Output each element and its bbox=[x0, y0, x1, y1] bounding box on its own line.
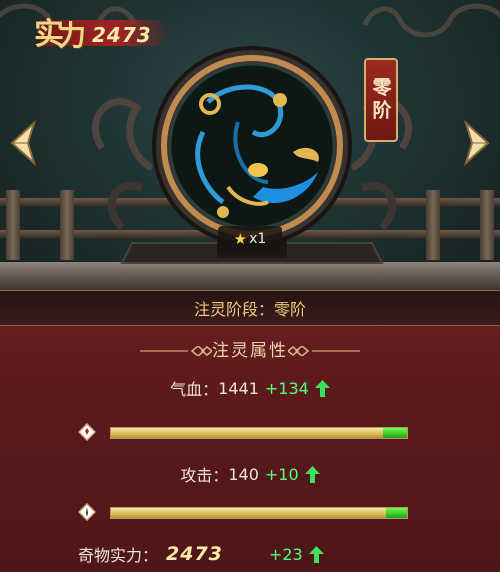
hp-bar-fill bbox=[111, 428, 384, 438]
arrow-left-icon[interactable] bbox=[4, 118, 44, 168]
hp-label: 气血： bbox=[170, 380, 219, 399]
attack-label: 攻击： bbox=[180, 466, 229, 485]
attack-bar-row bbox=[78, 502, 410, 522]
arrow-right-icon[interactable] bbox=[456, 118, 496, 168]
hp-value: 1441 bbox=[218, 378, 259, 398]
stage-bar: 注灵阶段：零阶 bbox=[0, 290, 500, 326]
up-arrow-icon bbox=[304, 465, 320, 483]
hp-stat: 气血： 1441 +134 bbox=[0, 376, 500, 400]
stage-tag: 零阶 bbox=[364, 58, 398, 142]
up-arrow-icon bbox=[308, 545, 324, 563]
star-count-value: x1 bbox=[249, 231, 267, 247]
power-label-sub: 力 bbox=[58, 19, 87, 52]
attack-bar-fill bbox=[111, 508, 387, 518]
hp-bar-bonus bbox=[383, 428, 407, 438]
section-title: 注灵属性 bbox=[212, 340, 288, 361]
attack-diamond-icon bbox=[78, 503, 96, 521]
stage-label: 注灵阶段：零阶 bbox=[193, 300, 306, 319]
artifact-power-label: 奇物实力： bbox=[78, 546, 159, 565]
hp-plus: +134 bbox=[264, 378, 309, 398]
attribute-panel: 注灵阶段：零阶 注灵属性 气血： 1441 +134 攻击： 140 +10 奇… bbox=[0, 290, 500, 572]
jade-pendant-artifact bbox=[195, 84, 319, 218]
ornament-icon bbox=[288, 346, 360, 356]
star-count: ★ x1 bbox=[218, 226, 282, 252]
hp-diamond-icon bbox=[78, 423, 96, 441]
attack-stat: 攻击： 140 +10 bbox=[0, 462, 500, 486]
attack-plus: +10 bbox=[264, 464, 299, 484]
up-arrow-icon bbox=[314, 379, 330, 397]
hp-bar-row bbox=[78, 422, 410, 442]
hp-bar bbox=[110, 427, 408, 439]
artifact-power-row: 奇物实力： 2473 +23 bbox=[78, 540, 378, 568]
artifact-power-plus: +23 bbox=[268, 544, 303, 564]
power-badge: 实 力 2473 bbox=[0, 6, 175, 54]
artifact-scene: 零阶 ★ x1 实 力 2473 bbox=[0, 0, 500, 290]
star-icon: ★ bbox=[233, 230, 248, 248]
attack-bar bbox=[110, 507, 408, 519]
artifact-power-value: 2473 bbox=[166, 543, 223, 565]
attack-value: 140 bbox=[228, 464, 259, 484]
power-value: 2473 bbox=[92, 23, 152, 47]
attack-bar-bonus bbox=[386, 508, 407, 518]
